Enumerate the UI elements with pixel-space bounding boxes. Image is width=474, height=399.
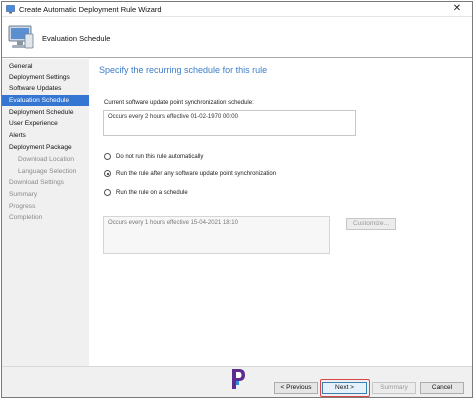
cancel-button[interactable]: Cancel (420, 382, 464, 394)
window-title: Create Automatic Deployment Rule Wizard (19, 5, 162, 14)
close-icon[interactable]: ✕ (446, 3, 468, 15)
sidebar-item-deployment-settings[interactable]: Deployment Settings (2, 72, 89, 83)
sidebar-item-software-updates[interactable]: Software Updates (2, 83, 89, 94)
sidebar-item-progress: Progress (9, 203, 36, 210)
next-button[interactable]: Next > (322, 382, 367, 394)
current-schedule-text: Occurs every 2 hours effective 01-02-197… (108, 114, 238, 120)
radio-button[interactable] (104, 189, 111, 196)
radio-button[interactable] (104, 153, 111, 160)
previous-button[interactable]: < Previous (274, 382, 318, 394)
content-heading: Specify the recurring schedule for this … (99, 65, 268, 75)
current-schedule-box: Occurs every 2 hours effective 01-02-197… (103, 110, 356, 136)
customize-button[interactable]: Customize... (346, 218, 396, 230)
sidebar-item-deployment-schedule[interactable]: Deployment Schedule (2, 107, 89, 118)
sidebar-item-download-location: Download Location (18, 156, 75, 163)
app-icon (6, 5, 15, 14)
sidebar-item-alerts[interactable]: Alerts (2, 130, 89, 141)
title-bar: Create Automatic Deployment Rule Wizard … (2, 2, 472, 17)
wizard-footer: < Previous Next > Summary Cancel (2, 366, 472, 397)
sidebar-item-deployment-package[interactable]: Deployment Package (2, 142, 89, 153)
radio-label: Run the rule after any software update p… (116, 171, 277, 177)
schedule-text: Occurs every 1 hours effective 15-04-202… (108, 220, 238, 226)
schedule-box: Occurs every 1 hours effective 15-04-202… (103, 216, 330, 254)
sidebar-item-download-settings: Download Settings (9, 179, 64, 186)
sidebar-item-general[interactable]: General (2, 61, 89, 72)
sidebar-item-language-selection: Language Selection (18, 168, 77, 175)
summary-button[interactable]: Summary (372, 382, 416, 394)
wizard-header: Evaluation Schedule (2, 18, 472, 58)
wizard-sidebar: General Deployment Settings Software Upd… (2, 59, 89, 366)
wizard-window: Create Automatic Deployment Rule Wizard … (1, 1, 473, 398)
page-title: Evaluation Schedule (42, 34, 111, 43)
sidebar-item-summary: Summary (9, 191, 38, 198)
radio-button-selected[interactable] (104, 170, 111, 177)
brand-logo (232, 369, 245, 389)
sidebar-item-user-experience[interactable]: User Experience (2, 118, 89, 129)
radio-label: Run the rule on a schedule (116, 190, 188, 196)
wizard-content: Specify the recurring schedule for this … (90, 59, 472, 366)
sidebar-item-completion: Completion (9, 214, 43, 221)
radio-label: Do not run this rule automatically (116, 154, 204, 160)
sidebar-item-evaluation-schedule[interactable]: Evaluation Schedule (2, 95, 89, 106)
current-schedule-label: Current software update point synchroniz… (104, 100, 254, 106)
computer-icon (8, 25, 34, 49)
